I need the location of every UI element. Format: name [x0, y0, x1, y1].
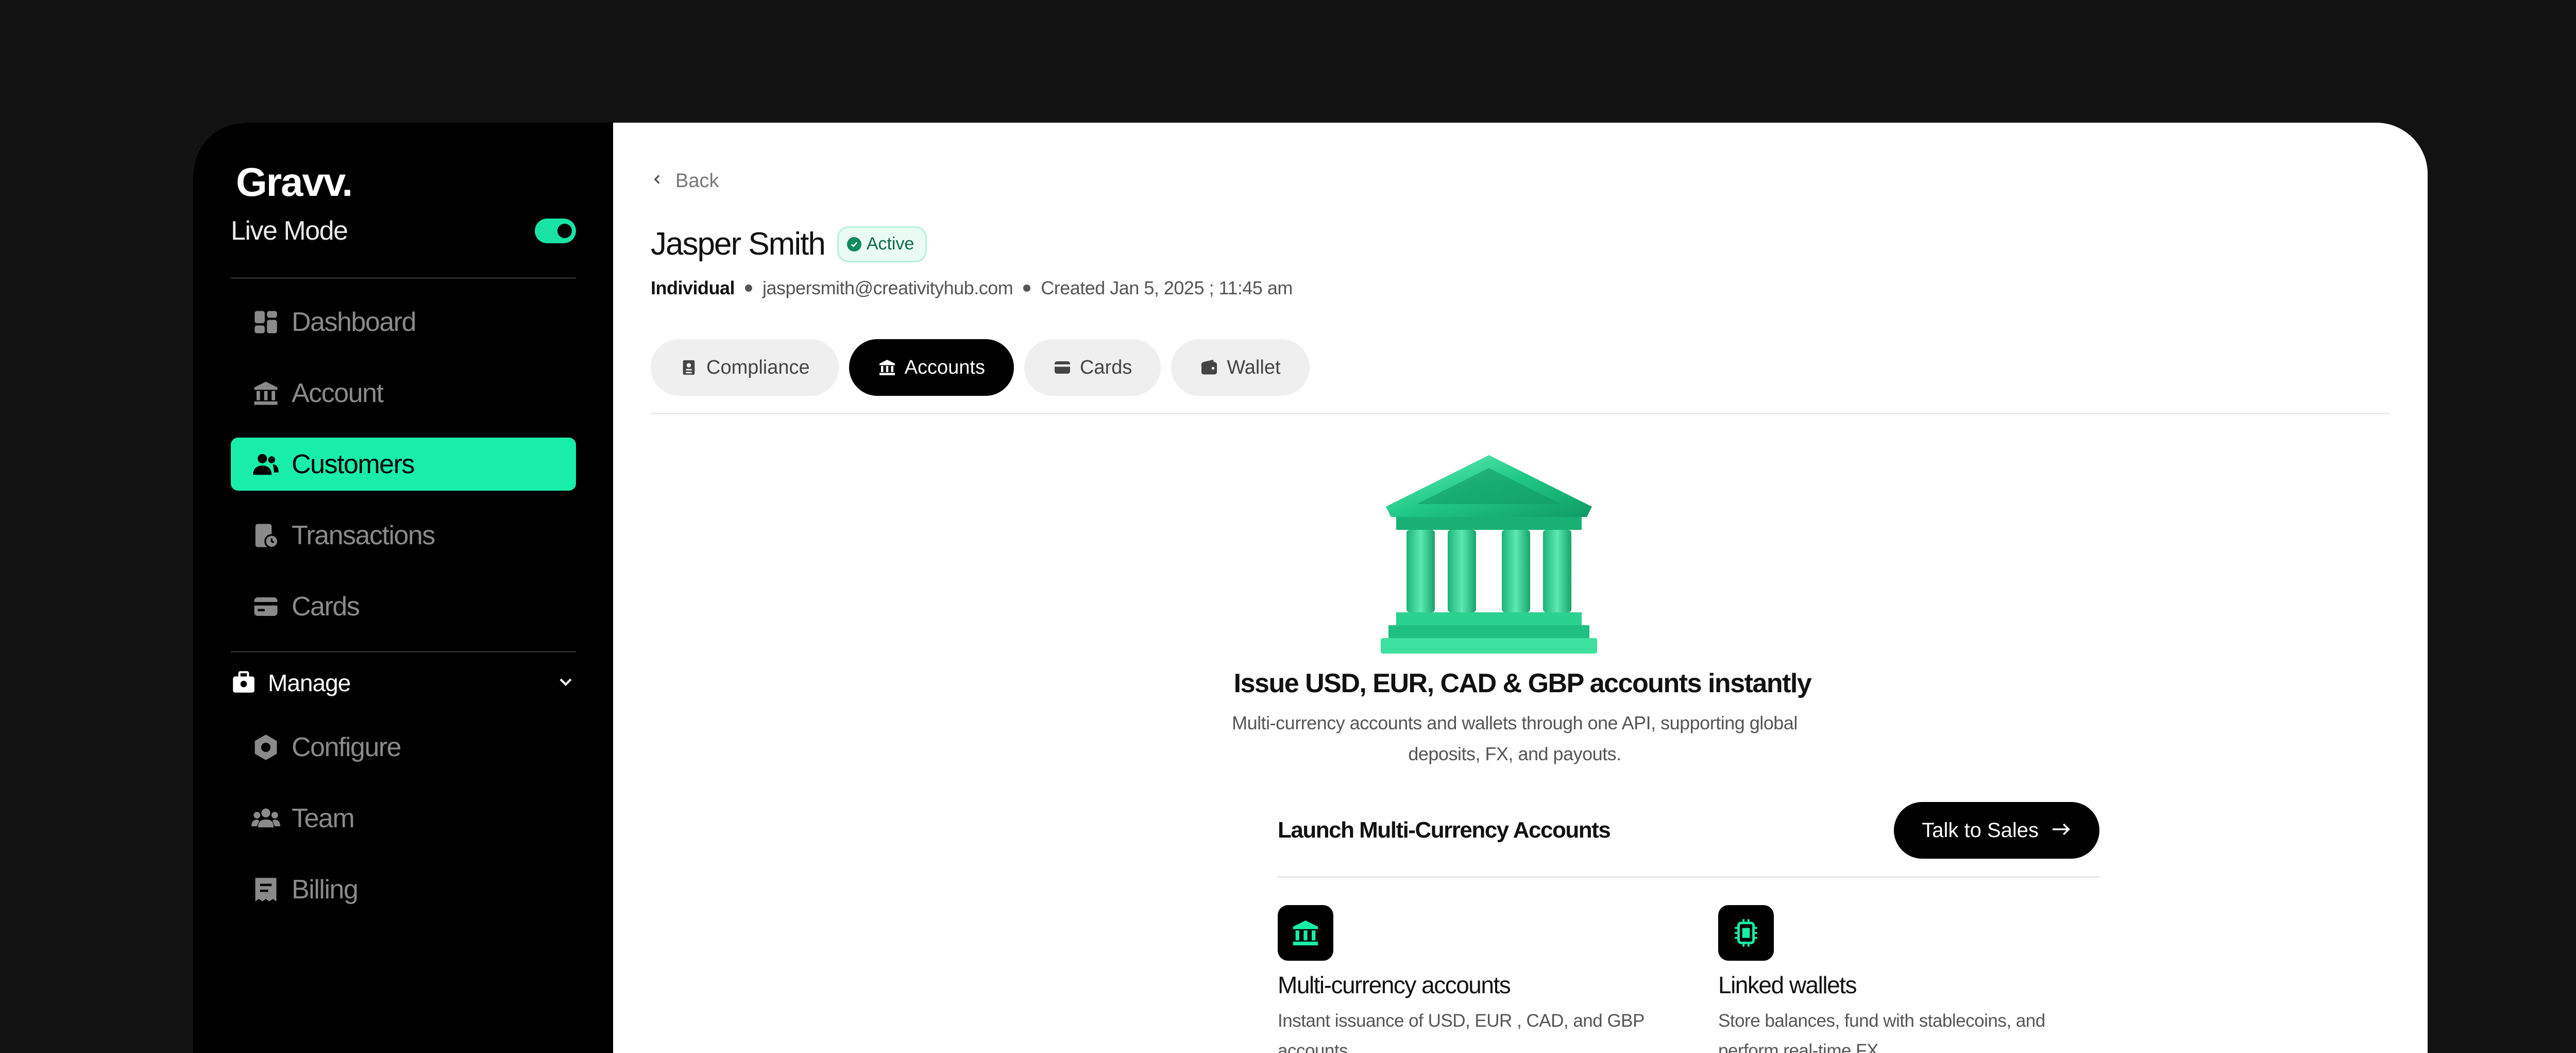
sidebar-item-label: Billing	[292, 874, 359, 905]
tab-wallet[interactable]: Wallet	[1171, 339, 1310, 396]
arrow-right-icon	[2039, 819, 2072, 842]
main-content: Back Jasper Smith Active Individual jasp…	[613, 123, 2428, 1053]
configure-icon	[251, 733, 280, 762]
bank-icon	[251, 379, 280, 408]
chevron-down-icon	[555, 672, 576, 695]
customers-icon	[251, 450, 280, 479]
sidebar-item-label: Transactions	[292, 520, 435, 550]
back-label: Back	[675, 170, 719, 192]
transactions-icon	[251, 521, 280, 550]
bank-icon	[878, 358, 896, 377]
tab-compliance[interactable]: Compliance	[651, 339, 839, 396]
customer-email: jaspersmith@creativityhub.com	[762, 277, 1013, 298]
sidebar-item-dashboard[interactable]: Dashboard	[231, 295, 576, 348]
tab-label: Accounts	[904, 356, 985, 378]
card-icon	[1053, 358, 1072, 377]
sidebar-item-label: Dashboard	[292, 307, 416, 337]
button-label: Talk to Sales	[1922, 818, 2039, 842]
chip-wallet-icon	[1718, 905, 1774, 961]
tab-label: Cards	[1079, 356, 1132, 378]
hero-title: Issue USD, EUR, CAD & GBP accounts insta…	[1233, 668, 1812, 698]
sidebar-item-label: Account	[292, 378, 384, 408]
tab-accounts[interactable]: Accounts	[849, 339, 1014, 396]
billing-icon	[251, 875, 280, 904]
sidebar-item-transactions[interactable]: Transactions	[231, 509, 576, 562]
live-mode-toggle[interactable]	[535, 219, 576, 243]
feature-title: Multi-currency accounts	[1278, 972, 1511, 998]
back-link[interactable]: Back	[651, 170, 719, 192]
tab-cards[interactable]: Cards	[1024, 339, 1161, 396]
status-text: Active	[866, 234, 914, 254]
sidebar-item-label: Customers	[292, 449, 415, 479]
launch-divider	[1278, 876, 2099, 878]
customer-meta: Individual jaspersmith@creativityhub.com…	[651, 277, 1293, 299]
wallet-icon	[1200, 358, 1218, 377]
live-mode-row: Live Mode	[231, 215, 576, 246]
card-icon	[251, 592, 280, 621]
meta-separator	[745, 285, 753, 292]
live-mode-label: Live Mode	[231, 216, 348, 246]
feature-description: Store balances, fund with stablecoins, a…	[1718, 1011, 2045, 1053]
sidebar-item-label: Team	[292, 803, 355, 833]
sidebar-nav: Dashboard Account Customers Transactions	[231, 295, 576, 651]
dashboard-icon	[251, 308, 280, 337]
feature-description: Instant issuance of USD, EUR , CAD, and …	[1278, 1011, 1645, 1053]
hero-subtitle: Multi-currency accounts and wallets thro…	[1232, 712, 1798, 764]
sidebar-item-label: Cards	[292, 591, 360, 622]
customer-header: Jasper Smith Active	[651, 226, 927, 262]
bank-icon	[1278, 905, 1333, 961]
id-card-icon	[680, 358, 698, 377]
talk-to-sales-button[interactable]: Talk to Sales	[1894, 802, 2099, 859]
feature-multi-currency: Multi-currency accounts Instant issuance…	[1278, 905, 1649, 1053]
tabs-divider	[651, 413, 2389, 414]
sidebar-item-label: Configure	[292, 732, 401, 762]
launch-title: Launch Multi-Currency Accounts	[1278, 817, 1611, 843]
sidebar-divider	[231, 277, 576, 279]
bank-building-illustration	[1381, 455, 1597, 654]
tab-label: Compliance	[706, 356, 810, 378]
manage-nav: Configure Team Billing	[231, 721, 576, 934]
app-window: Gravv. Live Mode Dashboard Account Custo…	[193, 123, 2428, 1053]
brand-name: Gravv.	[236, 159, 353, 205]
feature-linked-wallets: Linked wallets Store balances, fund with…	[1718, 905, 2089, 1053]
customer-type: Individual	[651, 277, 735, 298]
sidebar-item-customers[interactable]: Customers	[231, 438, 576, 491]
sidebar: Gravv. Live Mode Dashboard Account Custo…	[193, 123, 613, 1053]
status-badge: Active	[837, 226, 927, 262]
chevron-left-icon	[651, 170, 675, 192]
meta-separator	[1023, 285, 1031, 292]
team-icon	[251, 804, 280, 833]
feature-title: Linked wallets	[1718, 972, 1857, 998]
customer-name: Jasper Smith	[651, 226, 826, 262]
sidebar-item-cards[interactable]: Cards	[231, 580, 576, 633]
manage-section-toggle[interactable]: Manage	[231, 669, 576, 697]
brand-logo[interactable]: Gravv.	[236, 159, 353, 206]
sidebar-item-billing[interactable]: Billing	[231, 863, 576, 916]
sidebar-item-team[interactable]: Team	[231, 792, 576, 845]
sidebar-divider	[231, 651, 576, 653]
customer-created: Created Jan 5, 2025 ; 11:45 am	[1041, 277, 1293, 298]
briefcase-icon	[231, 670, 257, 696]
launch-row: Launch Multi-Currency Accounts Talk to S…	[1278, 802, 2099, 859]
manage-label: Manage	[268, 670, 351, 696]
tab-label: Wallet	[1227, 356, 1281, 378]
customer-tabs: Compliance Accounts Cards Wallet	[651, 339, 1320, 396]
check-icon	[846, 237, 861, 252]
sidebar-item-configure[interactable]: Configure	[231, 721, 576, 774]
sidebar-item-account[interactable]: Account	[231, 366, 576, 420]
